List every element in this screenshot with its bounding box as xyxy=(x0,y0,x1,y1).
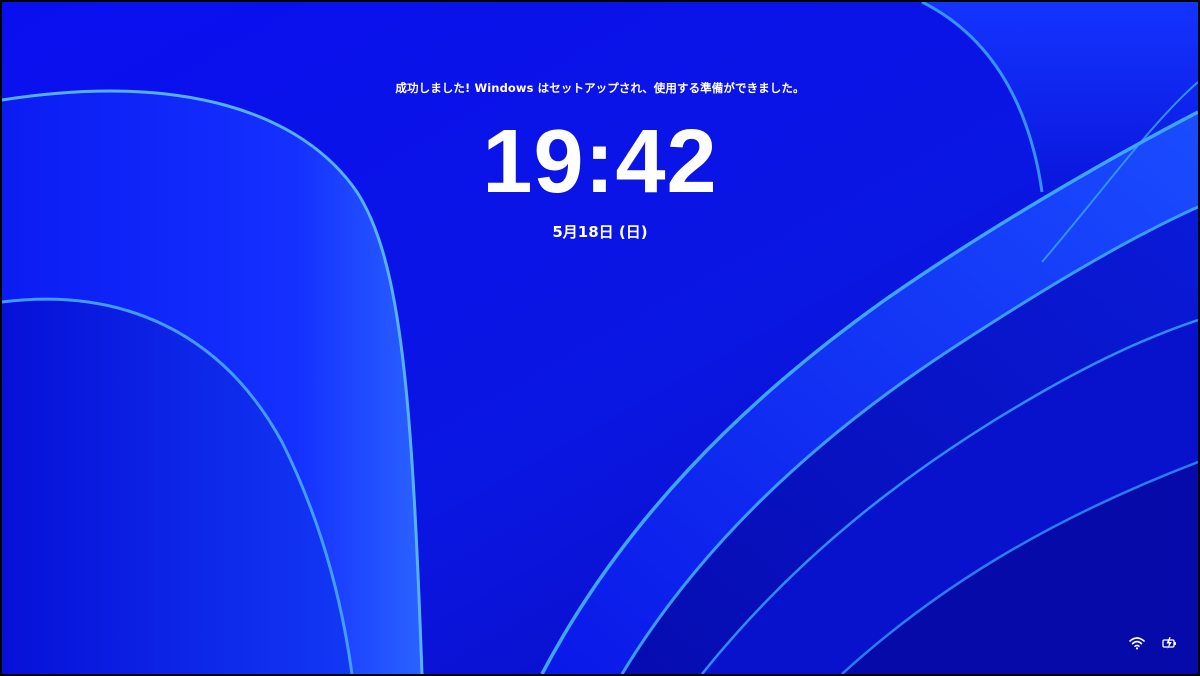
setup-complete-message: 成功しました! Windows はセットアップされ、使用する準備ができました。 xyxy=(395,81,805,95)
lock-screen-clock: 19:42 xyxy=(482,112,718,212)
wifi-icon[interactable] xyxy=(1129,636,1145,654)
wallpaper xyxy=(2,2,1198,674)
battery-charging-icon[interactable] xyxy=(1162,636,1178,654)
lock-screen-date: 5月18日 (日) xyxy=(552,223,648,241)
lock-screen[interactable]: 成功しました! Windows はセットアップされ、使用する準備ができました。 … xyxy=(0,0,1200,676)
